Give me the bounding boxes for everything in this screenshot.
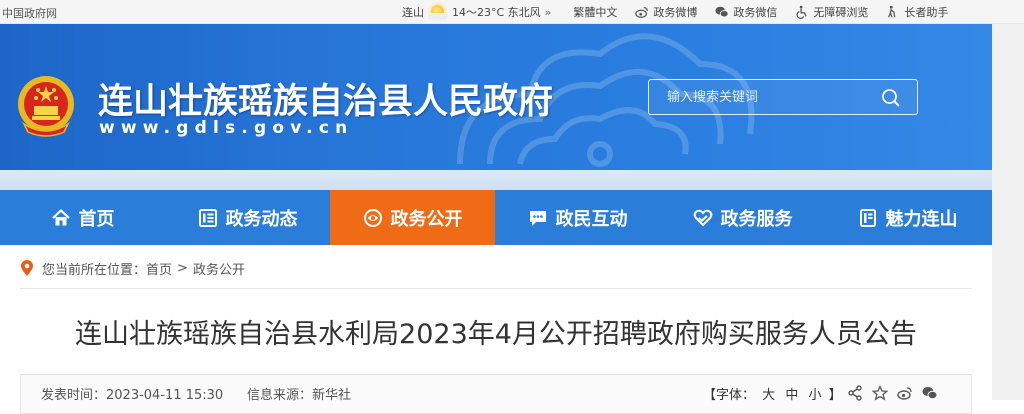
- weibo-icon: [635, 7, 649, 18]
- font-large-button[interactable]: 大: [762, 388, 775, 403]
- nav-label-news: 政务动态: [225, 208, 298, 230]
- eye-icon: [363, 208, 382, 227]
- main-nav: 首页 政务动态 政务公开 政民互动 政务服务 魅力连山: [0, 190, 992, 245]
- wechat-share-icon[interactable]: [922, 385, 938, 401]
- chat-icon: [529, 210, 546, 226]
- font-size-switcher: 【字体： 大 中 小 】: [703, 384, 842, 403]
- nav-label-services: 政务服务: [720, 208, 793, 230]
- home-icon: [51, 208, 70, 225]
- font-suffix: 】: [828, 388, 842, 403]
- site-title[interactable]: 连山壮族瑶族自治县人民政府: [98, 73, 553, 124]
- publish-info: 发表时间：2023-04-11 15:30: [41, 384, 223, 403]
- elder-assistant-label: 长者助手: [904, 6, 949, 19]
- traditional-chinese-link[interactable]: 繁體中文: [573, 4, 617, 20]
- font-prefix: 【字体：: [703, 388, 756, 403]
- article-meta-bar: 发表时间：2023-04-11 15:30 信息来源：新华社 【字体： 大 中 …: [20, 374, 972, 414]
- site-url: www.gdls.gov.cn: [99, 118, 354, 138]
- wechat-icon: [715, 6, 729, 18]
- search-icon[interactable]: [881, 88, 901, 108]
- nav-label-interaction: 政民互动: [555, 208, 628, 230]
- source-label: 信息来源：: [247, 388, 313, 403]
- weibo-label: 政务微博: [653, 6, 698, 19]
- weather-more-arrows[interactable]: »: [545, 6, 552, 19]
- accessibility-icon: [796, 5, 807, 19]
- accessibility-link[interactable]: 无障碍浏览: [795, 4, 868, 20]
- weather-city: 连山: [402, 6, 424, 19]
- nav-label-government-affairs-open: 政务公开: [390, 208, 463, 230]
- breadcrumb-prefix: 您当前所在位置：: [42, 262, 147, 278]
- wechat-label: 政务微信: [733, 6, 778, 19]
- nav-item-home[interactable]: 首页: [0, 190, 165, 245]
- share-icon[interactable]: [847, 385, 863, 401]
- source-info: 信息来源：新华社: [247, 384, 351, 403]
- location-pin-icon: [21, 259, 33, 276]
- page-scroll-gutter: [992, 24, 1024, 400]
- top-utility-bar: 中国政府网 连山 14～23°C 东北风 » 繁體中文 政务微博 政务微信 无障…: [0, 0, 1024, 24]
- news-icon: [198, 208, 217, 227]
- breadcrumb-home-link[interactable]: 首页: [146, 259, 172, 278]
- favorite-star-icon[interactable]: [872, 385, 888, 401]
- share-buttons: [847, 385, 947, 401]
- nav-label-home: 首页: [78, 208, 115, 230]
- top-links: 连山 14～23°C 东北风 » 繁體中文 政务微博 政务微信 无障碍浏览 长者…: [402, 0, 948, 24]
- weibo-share-icon[interactable]: [897, 385, 913, 401]
- nav-item-services[interactable]: 政务服务: [660, 190, 825, 245]
- publish-label: 发表时间：: [41, 388, 107, 403]
- nav-label-charm-lianshan: 魅力连山: [885, 208, 958, 230]
- heart-hand-icon: [693, 209, 712, 226]
- search-input[interactable]: [649, 80, 879, 114]
- weibo-link[interactable]: 政务微博: [635, 4, 697, 20]
- wechat-link[interactable]: 政务微信: [715, 4, 777, 20]
- source-value: 新华社: [312, 388, 352, 403]
- breadcrumb-separator: >: [177, 260, 188, 276]
- breadcrumb-current-link[interactable]: 政务公开: [193, 259, 245, 278]
- nav-item-news[interactable]: 政务动态: [165, 190, 330, 245]
- font-small-button[interactable]: 小: [808, 388, 821, 403]
- breadcrumb: 您当前所在位置： 首页 > 政务公开: [20, 258, 245, 278]
- sunny-icon: [428, 4, 448, 20]
- elder-assistant-link[interactable]: 长者助手: [886, 4, 948, 20]
- accessibility-label: 无障碍浏览: [813, 6, 869, 19]
- traditional-chinese-label: 繁體中文: [573, 6, 618, 19]
- gov-portal-link[interactable]: 中国政府网: [2, 5, 57, 21]
- font-medium-button[interactable]: 中: [785, 388, 798, 403]
- book-icon: [859, 208, 876, 227]
- article-title: 连山壮族瑶族自治县水利局2023年4月公开招聘政府购买服务人员公告: [75, 319, 917, 350]
- search-box: [648, 79, 918, 115]
- nav-item-government-affairs-open[interactable]: 政务公开: [330, 190, 495, 245]
- header-banner: 连山壮族瑶族自治县人民政府 www.gdls.gov.cn: [0, 24, 992, 170]
- breadcrumb-divider: [20, 288, 972, 289]
- national-emblem-icon: [18, 76, 74, 137]
- banner-strip: [0, 170, 992, 190]
- nav-item-interaction[interactable]: 政民互动: [495, 190, 660, 245]
- elder-icon: [888, 5, 896, 18]
- weather-info: 14～23°C 东北风: [452, 6, 541, 19]
- publish-time: 2023-04-11 15:30: [106, 388, 224, 403]
- nav-item-charm-lianshan[interactable]: 魅力连山: [825, 190, 990, 245]
